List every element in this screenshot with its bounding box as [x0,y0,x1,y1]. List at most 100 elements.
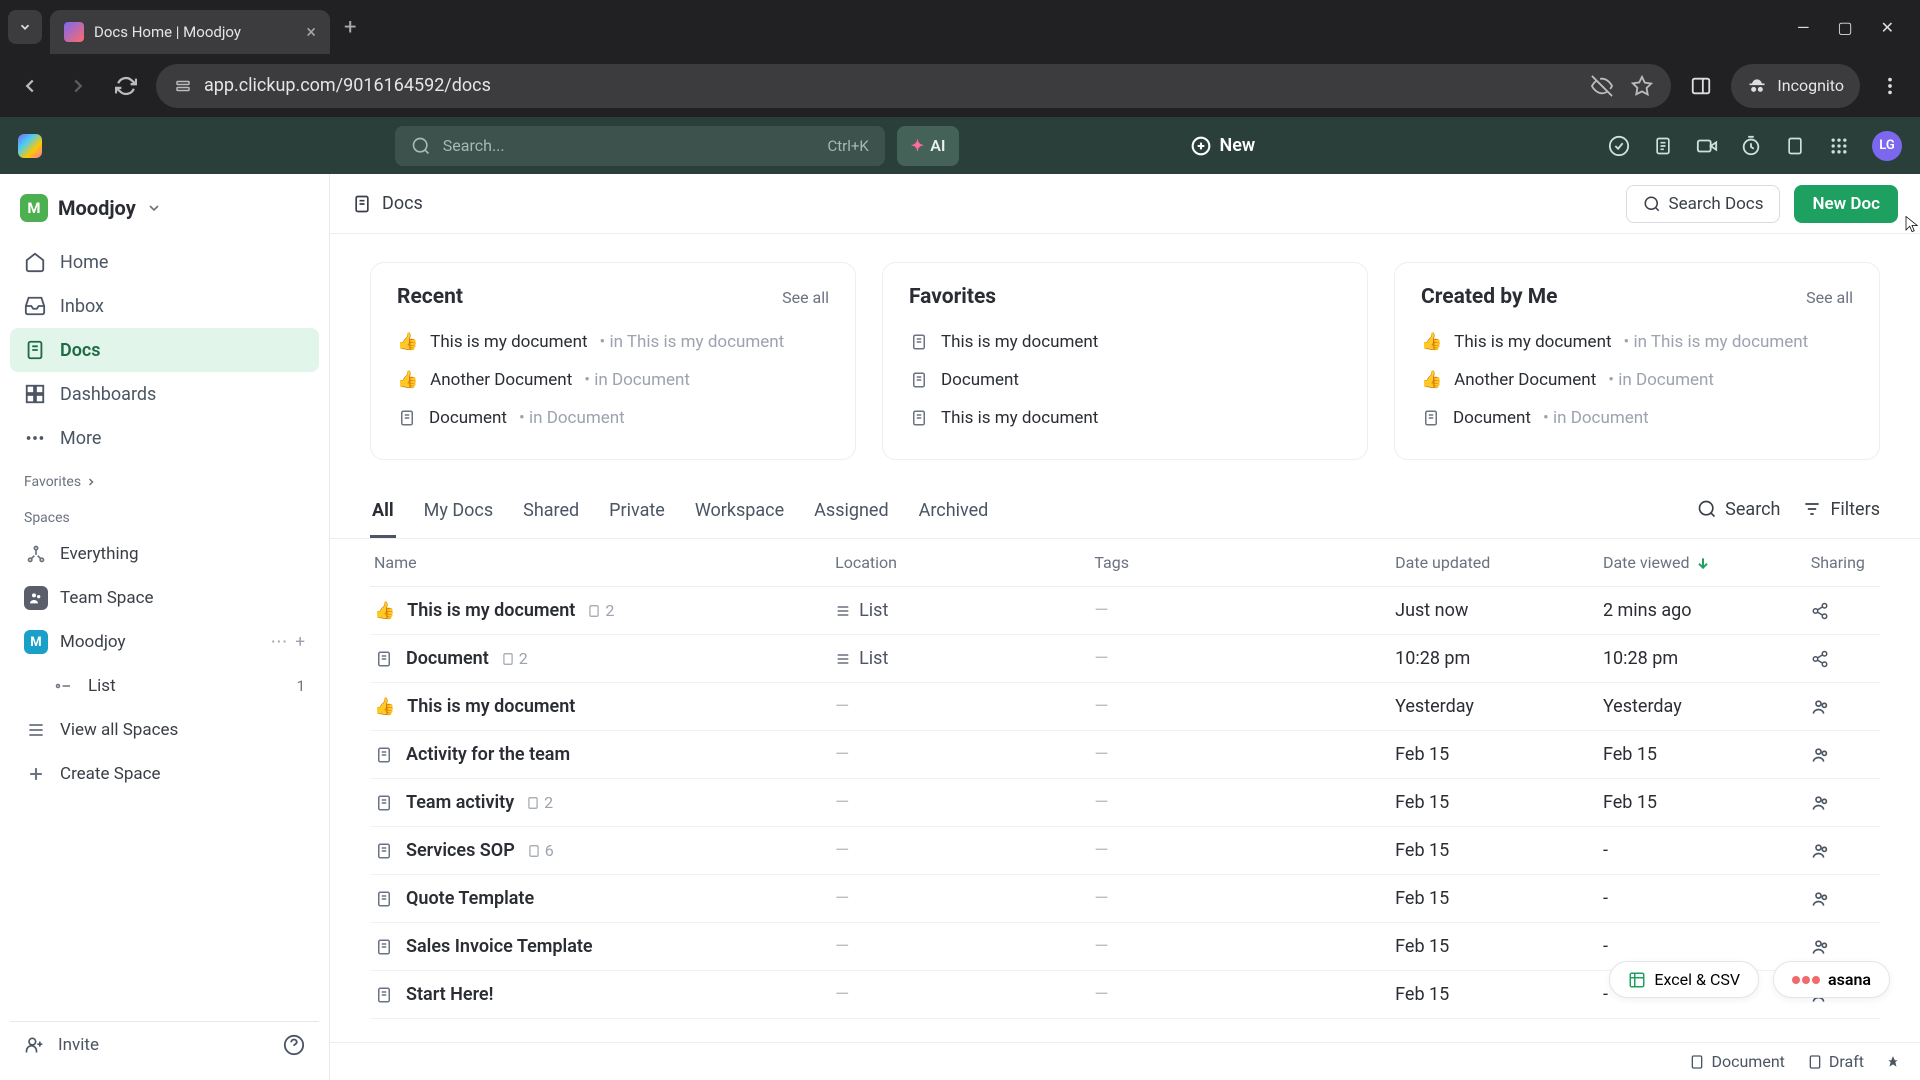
table-row[interactable]: 👍 This is my document 2 List — Just now … [370,587,1880,635]
global-search[interactable]: Search... Ctrl+K [395,126,885,166]
tab-shared[interactable]: Shared [521,490,581,538]
eye-off-icon[interactable] [1591,75,1613,97]
sharing-icon[interactable] [1811,937,1880,957]
reload-button[interactable] [108,68,144,104]
bottom-document[interactable]: Document [1689,1052,1784,1071]
pin-icon[interactable] [1886,1055,1900,1069]
avatar[interactable]: LG [1872,131,1902,161]
filters-button[interactable]: Filters [1802,499,1880,520]
tab-assigned[interactable]: Assigned [812,490,890,538]
site-settings-icon[interactable] [174,77,192,95]
space-list[interactable]: List 1 [10,664,319,708]
asana-pill[interactable]: asana [1773,961,1890,998]
tab-all[interactable]: All [370,490,396,538]
sidebar-item-dashboards[interactable]: Dashboards [10,372,319,416]
col-sharing[interactable]: Sharing [1811,553,1880,572]
sharing-icon[interactable] [1811,697,1880,717]
bookmark-star-icon[interactable] [1631,75,1653,97]
see-all-link[interactable]: See all [1806,288,1853,307]
minimize-icon[interactable]: — [1797,18,1810,37]
create-space[interactable]: Create Space [10,752,319,796]
sharing-icon[interactable] [1811,793,1880,813]
card-item[interactable]: 👍 Another Document • in Document [397,361,829,399]
browser-menu-icon[interactable] [1872,68,1908,104]
view-all-spaces[interactable]: View all Spaces [10,708,319,752]
card-item[interactable]: This is my document [909,323,1341,361]
forward-button[interactable] [60,68,96,104]
col-updated[interactable]: Date updated [1395,553,1603,572]
sidebar: M Moodjoy Home Inbox Docs Dashboards Mor… [0,174,330,1080]
tab-search-button[interactable] [8,10,42,44]
close-window-icon[interactable]: ✕ [1881,18,1894,37]
subpage-count: 2 [526,793,553,812]
side-panel-icon[interactable] [1683,68,1719,104]
help-icon[interactable] [283,1034,305,1056]
notepad-icon[interactable] [1652,135,1674,157]
doc-icon [374,793,394,813]
new-button[interactable]: New [1191,135,1255,156]
card-item[interactable]: 👍 This is my document • in This is my do… [397,323,829,361]
space-more-icon[interactable]: ⋯ [270,632,287,652]
back-button[interactable] [12,68,48,104]
card-item[interactable]: Document • in Document [1421,399,1853,437]
maximize-icon[interactable]: ▢ [1837,18,1852,37]
card-item[interactable]: Document [909,361,1341,399]
docs-table: Name Location Tags Date updated Date vie… [330,539,1920,1042]
sidebar-item-home[interactable]: Home [10,240,319,284]
new-doc-button[interactable]: New Doc [1794,185,1898,223]
table-row[interactable]: Team activity 2 — — Feb 15 Feb 15 [370,779,1880,827]
sharing-icon[interactable] [1811,745,1880,765]
col-name[interactable]: Name [370,553,835,572]
space-add-icon[interactable]: + [295,632,305,652]
space-everything[interactable]: Everything [10,532,319,576]
browser-tab[interactable]: Docs Home | Moodjoy × [50,10,330,54]
checkmark-icon[interactable] [1608,135,1630,157]
sharing-icon[interactable] [1811,650,1880,668]
workspace-switcher[interactable]: M Moodjoy [10,186,319,230]
favorites-section-label[interactable]: Favorites [10,460,319,496]
table-row[interactable]: Quote Template — — Feb 15 - [370,875,1880,923]
see-all-link[interactable]: See all [782,288,829,307]
record-icon[interactable] [1696,135,1718,157]
sidebar-item-docs[interactable]: Docs [10,328,319,372]
sidebar-item-more[interactable]: More [10,416,319,460]
card-favorites: Favorites This is my document Document T… [882,262,1368,460]
url-input[interactable]: app.clickup.com/9016164592/docs [156,64,1671,108]
doc-quick-icon[interactable] [1784,135,1806,157]
bottom-draft[interactable]: Draft [1807,1052,1864,1071]
tab-close-icon[interactable]: × [306,22,316,43]
doc-icon [374,745,394,765]
sharing-icon[interactable] [1811,602,1880,620]
search-docs-button[interactable]: Search Docs [1626,185,1781,223]
sharing-icon[interactable] [1811,889,1880,909]
col-tags[interactable]: Tags [1094,553,1395,572]
table-row[interactable]: Services SOP 6 — — Feb 15 - [370,827,1880,875]
tab-private[interactable]: Private [607,490,667,538]
incognito-chip[interactable]: Incognito [1731,64,1860,108]
table-row[interactable]: 👍 This is my document — — Yesterday Yest… [370,683,1880,731]
table-row[interactable]: Activity for the team — — Feb 15 Feb 15 [370,731,1880,779]
table-row[interactable]: Document 2 List — 10:28 pm 10:28 pm [370,635,1880,683]
app-logo[interactable] [18,134,42,158]
col-viewed[interactable]: Date viewed [1603,553,1811,572]
card-item[interactable]: This is my document [909,399,1341,437]
sidebar-item-inbox[interactable]: Inbox [10,284,319,328]
invite-button[interactable]: Invite [58,1035,99,1055]
new-tab-button[interactable]: + [344,15,356,40]
excel-csv-pill[interactable]: Excel & CSV [1609,961,1759,998]
card-item[interactable]: Document • in Document [397,399,829,437]
tab-archived[interactable]: Archived [917,490,991,538]
apps-grid-icon[interactable] [1828,135,1850,157]
tab-workspace[interactable]: Workspace [693,490,786,538]
timer-icon[interactable] [1740,135,1762,157]
table-search-button[interactable]: Search [1697,499,1780,520]
sharing-icon[interactable] [1811,841,1880,861]
ai-button[interactable]: ✦ AI [897,126,960,166]
space-team-space[interactable]: Team Space [10,576,319,620]
search-icon [1643,195,1661,213]
space-moodjoy[interactable]: M Moodjoy ⋯ + [10,620,319,664]
tab-my-docs[interactable]: My Docs [422,490,496,538]
col-location[interactable]: Location [835,553,1094,572]
card-item[interactable]: 👍 This is my document • in This is my do… [1421,323,1853,361]
card-item[interactable]: 👍 Another Document • in Document [1421,361,1853,399]
